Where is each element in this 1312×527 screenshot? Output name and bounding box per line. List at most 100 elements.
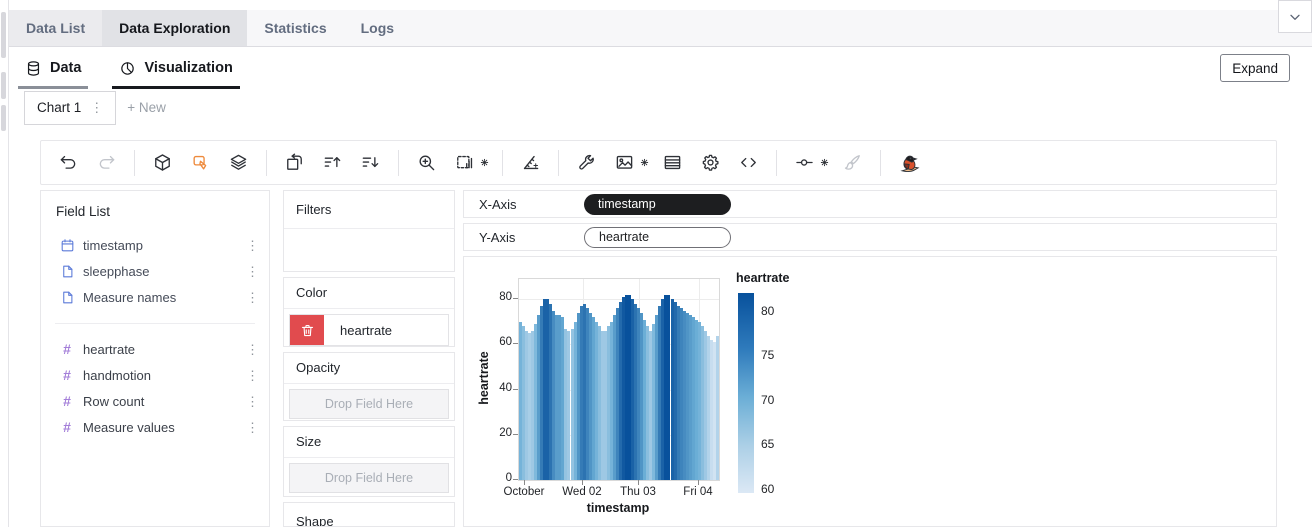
kebab-menu-icon[interactable]: ⋮ xyxy=(246,265,259,278)
x-axis-title: timestamp xyxy=(586,501,650,515)
settings-icon[interactable] xyxy=(693,147,728,179)
rail-mark xyxy=(1,72,6,99)
bar-mark[interactable] xyxy=(715,335,719,480)
color-box: Color heartrate xyxy=(283,277,455,347)
color-field-label: heartrate xyxy=(340,322,393,338)
color-field-pill[interactable]: heartrate xyxy=(289,314,449,346)
chart-tab-label: Chart 1 xyxy=(37,100,82,115)
field-item-handmotion[interactable]: # handmotion ⋮ xyxy=(41,362,269,388)
settings-gear-icon[interactable] xyxy=(638,147,651,179)
field-item-sleepphase[interactable]: sleepphase ⋮ xyxy=(41,258,269,284)
kebab-menu-icon[interactable]: ⋮ xyxy=(246,239,259,252)
field-item-timestamp[interactable]: timestamp ⋮ xyxy=(41,232,269,258)
y-tick-mark xyxy=(513,298,518,300)
x-axis-label: X-Axis xyxy=(479,196,517,212)
chevron-down-icon xyxy=(1287,9,1303,25)
legend-gradient xyxy=(738,293,754,493)
slider-config-icon[interactable] xyxy=(787,147,822,179)
image-export-icon[interactable] xyxy=(607,147,642,179)
size-drop-zone[interactable]: Drop Field Here xyxy=(289,463,449,493)
field-name: handmotion xyxy=(83,367,151,383)
kebab-menu-icon[interactable]: ⋮ xyxy=(90,101,103,114)
toolbar-divider xyxy=(398,149,399,176)
x-axis-field-pill[interactable]: timestamp xyxy=(584,193,731,215)
resize-icon[interactable] xyxy=(447,147,482,179)
new-chart-button[interactable]: + New xyxy=(127,100,166,115)
tab-statistics[interactable]: Statistics xyxy=(247,10,343,46)
field-name: sleepphase xyxy=(83,263,150,279)
field-item-row-count[interactable]: # Row count ⋮ xyxy=(41,388,269,414)
text-field-icon xyxy=(59,264,75,279)
shape-box: Shape xyxy=(283,502,455,527)
tab-data-list[interactable]: Data List xyxy=(9,10,103,46)
axes-format-icon[interactable] xyxy=(513,147,548,179)
calendar-icon xyxy=(59,238,75,253)
trash-icon xyxy=(300,323,315,338)
sort-ascending-icon[interactable] xyxy=(315,147,350,179)
settings-gear-icon[interactable] xyxy=(478,147,491,179)
tab-data-exploration[interactable]: Data Exploration xyxy=(102,10,248,46)
legend-title: heartrate xyxy=(736,271,790,285)
field-name: heartrate xyxy=(83,341,136,357)
text-field-icon xyxy=(59,290,75,305)
chart-tab-current[interactable]: Chart 1 ⋮ xyxy=(24,90,117,125)
size-header: Size xyxy=(284,427,454,458)
shape-header: Shape xyxy=(296,514,334,527)
field-item-heartrate[interactable]: # heartrate ⋮ xyxy=(41,336,269,362)
y-axis-field-pill[interactable]: heartrate xyxy=(584,226,731,248)
brush-icon[interactable] xyxy=(835,147,870,179)
collapse-panel-button[interactable] xyxy=(1278,0,1312,33)
kebab-menu-icon[interactable]: ⋮ xyxy=(246,369,259,382)
cube-icon[interactable] xyxy=(145,147,180,179)
sort-descending-icon[interactable] xyxy=(353,147,388,179)
legend-tick-label: 70 xyxy=(761,392,775,407)
y-tick-mark xyxy=(513,433,518,435)
y-tick-label: 60 xyxy=(499,336,512,349)
wrench-icon[interactable] xyxy=(569,147,604,179)
field-item-measure-values[interactable]: # Measure values ⋮ xyxy=(41,414,269,440)
y-tick-mark xyxy=(513,388,518,390)
remove-field-button[interactable] xyxy=(290,315,324,345)
code-icon[interactable] xyxy=(731,147,766,179)
toolbar-divider xyxy=(134,149,135,176)
rail-mark xyxy=(1,105,6,131)
kebab-menu-icon[interactable]: ⋮ xyxy=(246,395,259,408)
table-icon[interactable] xyxy=(655,147,690,179)
collapsed-side-rail[interactable] xyxy=(0,0,9,527)
tab-visualization[interactable]: Visualization xyxy=(112,47,240,89)
x-tick-label: October xyxy=(503,486,545,498)
filters-drop-area[interactable] xyxy=(284,229,454,271)
field-list-divider xyxy=(55,323,255,324)
toolbar-divider xyxy=(880,149,881,176)
settings-gear-icon[interactable] xyxy=(818,147,831,179)
toolbar-divider xyxy=(558,149,559,176)
field-name: timestamp xyxy=(83,237,143,253)
rail-mark xyxy=(1,12,6,58)
opacity-drop-zone[interactable]: Drop Field Here xyxy=(289,389,449,419)
kebab-menu-icon[interactable]: ⋮ xyxy=(246,421,259,434)
transpose-icon[interactable] xyxy=(277,147,312,179)
kebab-menu-icon[interactable]: ⋮ xyxy=(246,291,259,304)
layers-icon[interactable] xyxy=(221,147,256,179)
redo-icon[interactable] xyxy=(89,147,124,179)
color-header: Color xyxy=(284,278,454,309)
x-tick-mark xyxy=(698,480,699,485)
toolbar-divider xyxy=(266,149,267,176)
kebab-menu-icon[interactable]: ⋮ xyxy=(246,343,259,356)
x-tick-label: Thu 03 xyxy=(620,486,656,498)
bar-chart[interactable]: 0 20 40 60 80 October Wed 02 Thu 03 Fri 04 timest… xyxy=(464,257,1276,526)
visualization-toolbar xyxy=(40,140,1277,185)
tab-logs[interactable]: Logs xyxy=(344,10,411,46)
zoom-in-icon[interactable] xyxy=(409,147,444,179)
undo-icon[interactable] xyxy=(51,147,86,179)
hash-icon: # xyxy=(63,393,71,409)
tab-data[interactable]: Data xyxy=(18,47,89,89)
bird-logo-icon[interactable] xyxy=(891,147,926,179)
annotate-icon[interactable] xyxy=(183,147,218,179)
field-item-measure-names[interactable]: Measure names ⋮ xyxy=(41,284,269,310)
y-axis-label: Y-Axis xyxy=(479,229,516,245)
field-list-title: Field List xyxy=(56,204,111,219)
expand-button[interactable]: Expand xyxy=(1220,54,1290,82)
hash-icon: # xyxy=(63,367,71,383)
y-tick-mark xyxy=(513,343,518,345)
